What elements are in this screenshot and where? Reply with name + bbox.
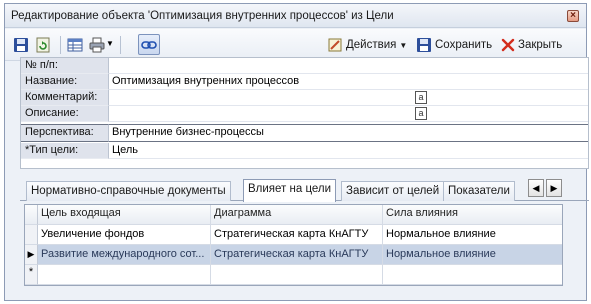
text-editor-icon[interactable]: a: [415, 91, 427, 104]
column-header-incoming-goal[interactable]: Цель входящая: [38, 205, 211, 225]
form-row-comment: Комментарий: a: [21, 90, 588, 106]
table-row-new[interactable]: *: [25, 265, 562, 285]
print-dropdown-icon[interactable]: ▼: [106, 39, 114, 48]
header-indicator-cell: [25, 205, 38, 225]
grid-cell[interactable]: Нормальное влияние: [383, 225, 562, 245]
tab-reference-documents[interactable]: Нормативно-справочные документы: [26, 181, 231, 201]
save-icon[interactable]: [13, 37, 29, 53]
grid-cell[interactable]: [38, 265, 211, 285]
toolbar-separator: [60, 36, 61, 54]
text-editor-icon[interactable]: a: [415, 107, 427, 120]
affects-goals-grid: Цель входящая Диаграмма Сила влияния Уве…: [24, 204, 563, 286]
save-disk-icon: [417, 38, 431, 52]
form-row-description: Описание: a: [21, 106, 588, 122]
form-row-number: № п/п:: [21, 58, 588, 74]
grid-cell[interactable]: Стратегическая карта КнАГТУ: [211, 245, 383, 265]
tab-affects-goals[interactable]: Влияет на цели: [243, 179, 337, 202]
goal-type-field[interactable]: Цель: [109, 143, 588, 159]
perspective-field[interactable]: Внутренние бизнес-процессы: [109, 124, 588, 142]
close-button[interactable]: Закрыть: [501, 37, 562, 53]
chevron-down-icon: ▼: [399, 40, 408, 50]
grid-cell[interactable]: Стратегическая карта КнАГТУ: [211, 225, 383, 245]
row-indicator: ▶: [25, 245, 38, 265]
save-label: Сохранить: [435, 39, 493, 51]
form-row-goal-type: *Тип цели: Цель: [21, 143, 588, 159]
grid-cell[interactable]: Нормальное влияние: [383, 245, 562, 265]
table-row[interactable]: ▶ Развитие международного сот... Стратег…: [25, 245, 562, 265]
toolbar-separator: [120, 36, 121, 54]
link-icon[interactable]: [141, 37, 157, 53]
number-field[interactable]: [109, 58, 588, 74]
tab-depends-on-goals[interactable]: Зависит от целей: [341, 181, 445, 201]
actions-menu-button[interactable]: Действия ▼: [327, 37, 407, 53]
grid-cell[interactable]: Развитие международного сот...: [38, 245, 211, 265]
field-label: *Тип цели:: [21, 143, 109, 159]
refresh-icon[interactable]: [35, 37, 51, 53]
close-x-icon: [501, 38, 515, 52]
grid-cell[interactable]: [211, 265, 383, 285]
window-title: Редактирование объекта 'Оптимизация внут…: [11, 10, 394, 22]
close-label: Закрыть: [518, 39, 563, 51]
name-field[interactable]: Оптимизация внутренних процессов: [109, 74, 588, 90]
new-row-indicator: *: [25, 265, 38, 285]
field-label: Комментарий:: [21, 90, 109, 106]
object-form: № п/п: Название: Оптимизация внутренних …: [20, 57, 589, 169]
window-close-icon[interactable]: ×: [567, 10, 579, 22]
description-field[interactable]: a: [109, 106, 588, 122]
tab-strip: Нормативно-справочные документы Влияет н…: [20, 179, 589, 202]
grid-header-row: Цель входящая Диаграмма Сила влияния: [25, 205, 562, 225]
row-indicator: [25, 225, 38, 245]
save-button[interactable]: Сохранить: [416, 37, 492, 53]
tab-indicators[interactable]: Показатели: [443, 181, 515, 201]
column-header-diagram[interactable]: Диаграмма: [211, 205, 383, 225]
field-label: Название:: [21, 74, 109, 90]
grid-cell[interactable]: [383, 265, 562, 285]
form-row-perspective: Перспектива: Внутренние бизнес-процессы: [21, 124, 588, 142]
actions-label: Действия: [346, 39, 397, 51]
table-row[interactable]: Увеличение фондов Стратегическая карта К…: [25, 225, 562, 245]
table-icon[interactable]: [67, 37, 83, 53]
actions-icon: [328, 38, 342, 52]
grid-cell[interactable]: Увеличение фондов: [38, 225, 211, 245]
tab-scroll-left-icon[interactable]: ◀: [528, 179, 544, 197]
comment-field[interactable]: a: [109, 90, 588, 106]
form-row-name: Название: Оптимизация внутренних процесс…: [21, 74, 588, 90]
tab-scroll-right-icon[interactable]: ▶: [546, 179, 562, 197]
field-label: Описание:: [21, 106, 109, 122]
field-label: Перспектива:: [21, 124, 109, 142]
titlebar: Редактирование объекта 'Оптимизация внут…: [5, 4, 586, 28]
field-label: № п/п:: [21, 58, 109, 74]
print-icon[interactable]: [89, 37, 105, 53]
column-header-influence[interactable]: Сила влияния: [383, 205, 562, 225]
